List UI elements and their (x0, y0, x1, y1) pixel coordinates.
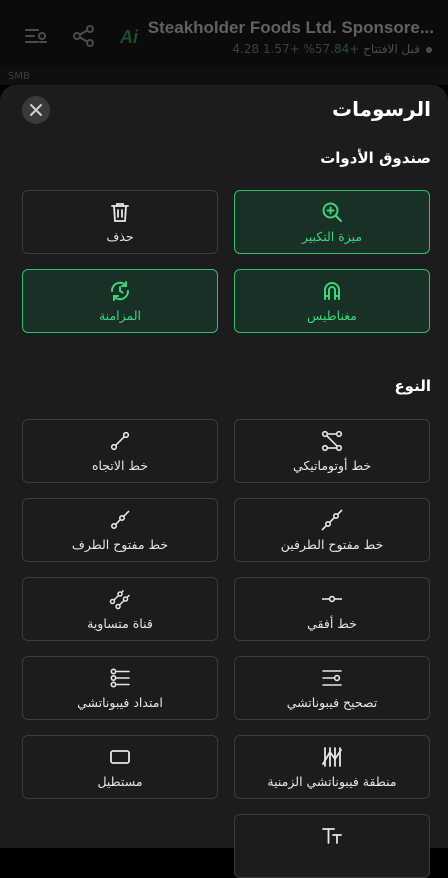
delete-label: حذف (106, 229, 134, 244)
trend-line-icon (109, 430, 131, 452)
ray-line-icon (109, 509, 131, 531)
fib-retracement-button[interactable]: تصحيح فيبوناتشي (234, 656, 430, 720)
fib-retracement-label: تصحيح فيبوناتشي (286, 695, 378, 710)
text-icon (321, 825, 343, 847)
ray-line-label: خط مفتوح الطرف (71, 537, 169, 552)
rectangle-label: مستطيل (97, 774, 143, 789)
zoom-tool-button[interactable]: ميزة التكبير (234, 190, 430, 254)
trend-line-button[interactable]: خط الاتجاه (22, 419, 218, 483)
text-tool-button[interactable] (234, 814, 430, 878)
session-label: قبل الافتتاح (363, 42, 420, 56)
horizontal-line-button[interactable]: خط أفقي (234, 577, 430, 641)
list-settings-icon[interactable] (22, 22, 50, 50)
price-change: +57.84% +1.57 4.28 (232, 42, 360, 56)
parallel-channel-label: قناة متساوية (87, 616, 153, 631)
type-heading: النوع (394, 377, 431, 395)
rectangle-icon (109, 746, 131, 768)
svg-text:Ai: Ai (119, 27, 139, 47)
extended-line-label: خط مفتوح الطرفين (280, 537, 384, 552)
auto-line-label: خط أوتوماتيكي (292, 458, 372, 473)
horizontal-line-label: خط أفقي (307, 616, 357, 631)
stock-subline: قبل الافتتاح +57.84% +1.57 4.28 (232, 42, 432, 56)
close-button[interactable] (22, 96, 50, 124)
fib-retracement-icon (321, 667, 343, 689)
extended-line-icon (321, 509, 343, 531)
sync-toggle[interactable]: المزامنة (22, 269, 218, 333)
zoom-in-icon (321, 201, 343, 223)
market-status-dot (426, 46, 432, 53)
auto-line-button[interactable]: خط أوتوماتيكي (234, 419, 430, 483)
ai-icon[interactable]: Ai (118, 22, 146, 50)
trash-icon (109, 201, 131, 223)
magnet-toggle[interactable]: مغناطيس (234, 269, 430, 333)
fib-timezone-button[interactable]: منطقة فيبوناتشي الزمنية (234, 735, 430, 799)
magnet-icon (321, 280, 343, 302)
delete-button[interactable]: حذف (22, 190, 218, 254)
rectangle-button[interactable]: مستطيل (22, 735, 218, 799)
zoom-tool-label: ميزة التكبير (301, 229, 363, 244)
stock-title: Steakholder Foods Ltd. Sponsore... (147, 18, 434, 37)
parallel-channel-button[interactable]: قناة متساوية (22, 577, 218, 641)
fib-timezone-label: منطقة فيبوناتشي الزمنية (267, 774, 397, 789)
sync-icon (109, 280, 131, 302)
toolbox-heading: صندوق الأدوات (320, 149, 431, 167)
parallel-channel-icon (109, 588, 131, 610)
sheet-title: الرسومات (331, 97, 431, 121)
trend-line-label: خط الاتجاه (91, 458, 149, 473)
fib-timezone-icon (321, 746, 343, 768)
drawings-sheet: الرسومات صندوق الأدوات ميزة التكبير حذف … (0, 85, 448, 878)
extended-line-button[interactable]: خط مفتوح الطرفين (234, 498, 430, 562)
fib-extension-button[interactable]: امتداد فيبوناتشي (22, 656, 218, 720)
horizontal-line-icon (321, 588, 343, 610)
fib-extension-icon (109, 667, 131, 689)
sync-label: المزامنة (98, 308, 142, 323)
fib-extension-label: امتداد فيبوناتشي (77, 695, 163, 710)
background-app-header: Ai Steakholder Foods Ltd. Sponsore... قب… (0, 0, 448, 85)
ticker-strip: SMB (0, 68, 448, 85)
magnet-label: مغناطيس (307, 308, 357, 323)
close-icon (29, 103, 43, 117)
auto-line-icon (321, 430, 343, 452)
ray-line-button[interactable]: خط مفتوح الطرف (22, 498, 218, 562)
share-icon[interactable] (70, 22, 98, 50)
